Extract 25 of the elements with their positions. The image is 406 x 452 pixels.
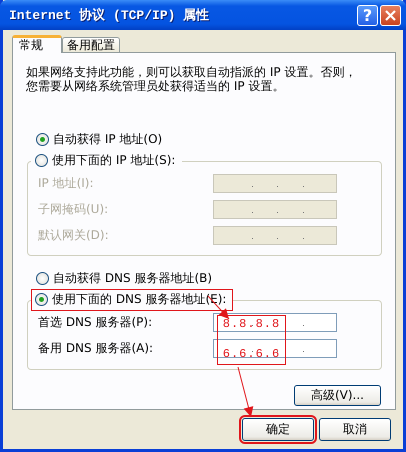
description-text: 您需要从网络系统管理员处获得适当的 IP 设置。 <box>26 79 284 93</box>
ip-address-field[interactable] <box>213 313 337 332</box>
close-icon <box>385 10 396 20</box>
cancel-button[interactable]: 取消 <box>319 418 391 441</box>
advanced-button[interactable]: 高级(V)... <box>294 385 381 406</box>
annotation-text: 8.8.8.8 <box>222 317 280 331</box>
radio-button[interactable] <box>35 154 48 167</box>
tab[interactable]: 备用配置 <box>62 37 120 52</box>
help-button[interactable]: ? <box>357 4 378 26</box>
radio-button[interactable] <box>35 293 48 306</box>
field-label: 首选 DNS 服务器(P): <box>38 314 154 331</box>
ok-button[interactable]: 确定 <box>242 418 314 441</box>
field-label: 备用 DNS 服务器(A): <box>38 340 154 357</box>
annotation-text: 6.6.6.6 <box>222 347 280 361</box>
radio-button[interactable] <box>36 132 49 146</box>
window-title: Internet 协议 (TCP/IP) 属性 <box>9 6 210 24</box>
ip-address-field[interactable] <box>213 339 337 358</box>
description-text: 如果网络支持此功能，则可以获取自动指派的 IP 设置。否则， <box>26 65 356 79</box>
arrow <box>238 366 254 418</box>
field-label: IP 地址(I): <box>38 175 95 192</box>
close-button[interactable] <box>380 4 401 26</box>
field-label: 默认网关(D): <box>38 227 110 244</box>
tab[interactable]: 常规 <box>12 35 62 53</box>
radio-button[interactable] <box>36 272 49 284</box>
field-label: 子网掩码(U): <box>38 201 110 218</box>
